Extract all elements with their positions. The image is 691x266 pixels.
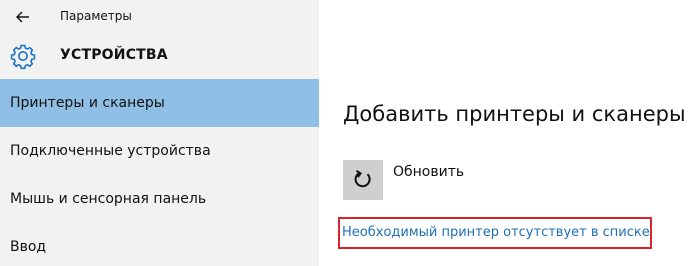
main-content: Добавить принтеры и сканеры Обновить Нео… — [319, 34, 691, 266]
page-title: Добавить принтеры и сканеры — [343, 102, 686, 126]
gear-icon — [10, 44, 36, 70]
settings-window: Параметры УСТРОЙСТВА Принтеры и сканеры … — [0, 0, 691, 266]
section-header: УСТРОЙСТВА — [0, 34, 319, 78]
sidebar-item-label: Принтеры и сканеры — [10, 95, 165, 111]
sidebar-item-label: Ввод — [10, 239, 47, 255]
title-bar: Параметры — [0, 0, 691, 34]
sidebar-item-label: Подключенные устройства — [10, 143, 211, 159]
missing-printer-link[interactable]: Необходимый принтер отсутствует в списке — [342, 225, 650, 240]
app-title: Параметры — [60, 9, 132, 23]
section-title: УСТРОЙСТВА — [60, 47, 168, 63]
sidebar-item-label: Мышь и сенсорная панель — [10, 191, 207, 207]
back-button[interactable] — [11, 6, 35, 28]
refresh-icon — [354, 169, 371, 188]
sidebar-item-typing[interactable]: Ввод — [0, 223, 319, 266]
sidebar: Принтеры и сканеры Подключенные устройст… — [0, 79, 319, 266]
refresh-button[interactable] — [343, 160, 383, 200]
sidebar-item-mouse-touchpad[interactable]: Мышь и сенсорная панель — [0, 175, 319, 223]
sidebar-item-printers-scanners[interactable]: Принтеры и сканеры — [0, 79, 319, 127]
refresh-label: Обновить — [393, 164, 465, 180]
back-arrow-icon — [16, 11, 29, 23]
sidebar-item-connected-devices[interactable]: Подключенные устройства — [0, 127, 319, 175]
